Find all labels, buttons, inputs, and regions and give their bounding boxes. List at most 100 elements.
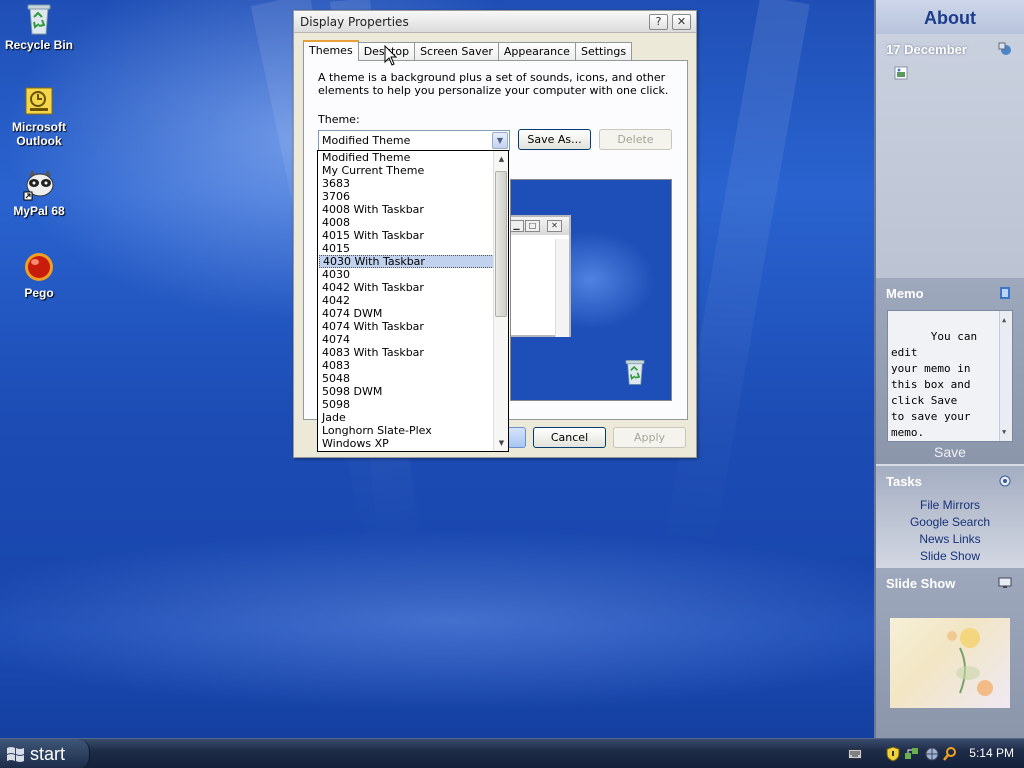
theme-option[interactable]: 4008 <box>319 216 494 229</box>
dialog-titlebar[interactable]: Display Properties ? ✕ <box>294 11 696 33</box>
system-tray: 5:14 PM <box>874 739 1024 768</box>
theme-option[interactable]: 4083 <box>319 359 494 372</box>
memo-save-button[interactable]: Save <box>876 444 1024 460</box>
help-button[interactable]: ? <box>649 14 668 30</box>
search-icon[interactable] <box>942 746 958 762</box>
theme-option[interactable]: 4030 With Taskbar <box>319 255 494 268</box>
taskbar: start 5:14 PM <box>0 738 1024 768</box>
theme-dropdown-list: Modified Theme My Current Theme 3683 3706 40… <box>317 150 509 452</box>
scroll-up-icon[interactable]: ▲ <box>496 153 507 165</box>
theme-option[interactable]: 4074 <box>319 333 494 346</box>
security-shield-icon[interactable] <box>886 746 900 762</box>
monitor-icon[interactable] <box>998 576 1012 590</box>
mypal-raccoon-icon <box>23 170 54 201</box>
flower-illustration <box>947 628 993 696</box>
cancel-button[interactable]: Cancel <box>533 427 606 448</box>
theme-preview: ▁ □ ✕ <box>510 179 672 401</box>
tab-settings[interactable]: Settings <box>574 42 633 61</box>
theme-option[interactable]: My Current Theme <box>319 164 494 177</box>
theme-option[interactable]: 4042 With Taskbar <box>319 281 494 294</box>
recycle-bin-icon <box>27 4 51 35</box>
apply-button: Apply <box>613 427 686 448</box>
memo-textarea[interactable]: You can edit your memo in this box and c… <box>887 310 1013 442</box>
desktop-icon-pego[interactable]: Pego <box>0 250 78 300</box>
delete-button: Delete <box>599 129 672 150</box>
theme-option[interactable]: 4074 DWM <box>319 307 494 320</box>
globe-icon[interactable] <box>998 42 1012 56</box>
theme-option[interactable]: Windows XP <box>319 437 494 450</box>
theme-option[interactable]: 5098 <box>319 398 494 411</box>
tab-screen-saver[interactable]: Screen Saver <box>414 42 499 61</box>
network-icon[interactable] <box>904 746 920 762</box>
globe-icon[interactable] <box>924 746 940 762</box>
desktop-icon-label: Microsoft Outlook <box>12 120 66 148</box>
theme-option[interactable]: Longhorn Slate-Plex <box>319 424 494 437</box>
theme-option[interactable]: 4042 <box>319 294 494 307</box>
desktop-icon-microsoft-outlook[interactable]: Microsoft Outlook <box>0 84 78 148</box>
theme-option[interactable]: Modified Theme <box>319 151 494 164</box>
task-link-news-links[interactable]: News Links <box>876 532 1024 546</box>
outlook-icon <box>25 87 53 115</box>
theme-option[interactable]: Jade <box>319 411 494 424</box>
dropdown-scrollbar[interactable]: ▲ ▼ <box>493 151 508 451</box>
scroll-down-icon[interactable]: ▼ <box>1002 424 1006 440</box>
tab-appearance[interactable]: Appearance <box>497 42 576 61</box>
memo-scrollbar[interactable]: ▲ ▼ <box>999 311 1012 441</box>
theme-option[interactable]: 5048 <box>319 372 494 385</box>
theme-option[interactable]: 3683 <box>319 177 494 190</box>
minimize-icon: ▁ <box>511 220 524 232</box>
clock: 5:14 PM <box>969 746 1014 760</box>
desktop-icon-label: MyPal 68 <box>13 204 65 218</box>
desktop-icon-recycle-bin[interactable]: Recycle Bin <box>0 2 78 52</box>
sidebar-gadget-panel: About 17 December Memo You can edit your… <box>874 0 1024 738</box>
dialog-title: Display Properties <box>300 15 409 29</box>
desktop-icon-mypal[interactable]: MyPal 68 <box>0 168 78 218</box>
task-link-slide-show[interactable]: Slide Show <box>876 549 1024 563</box>
mouse-cursor-icon <box>384 45 398 66</box>
theme-option[interactable]: 3706 <box>319 190 494 203</box>
theme-option[interactable]: 5098 DWM <box>319 385 494 398</box>
pego-ball-icon <box>25 253 53 281</box>
theme-select-value: Modified Theme <box>322 134 411 147</box>
image-placeholder-icon <box>894 66 908 80</box>
theme-option[interactable]: 4074 With Taskbar <box>319 320 494 333</box>
task-link-google-search[interactable]: Google Search <box>876 515 1024 529</box>
desktop-icon-label: Recycle Bin <box>4 38 74 52</box>
theme-options: Modified Theme My Current Theme 3683 3706 40… <box>318 151 494 450</box>
theme-option[interactable]: 4015 <box>319 242 494 255</box>
desktop-icon-label: Pego <box>24 286 54 300</box>
sidebar-title[interactable]: About <box>876 0 1024 34</box>
tasks-gear-icon[interactable] <box>998 474 1012 488</box>
calendar-section: 17 December <box>876 34 1024 278</box>
slideshow-title: Slide Show <box>886 576 956 591</box>
close-button[interactable]: ✕ <box>672 14 691 30</box>
close-icon: ✕ <box>547 220 562 232</box>
task-link-file-mirrors[interactable]: File Mirrors <box>876 498 1024 512</box>
theme-option[interactable]: 4015 With Taskbar <box>319 229 494 242</box>
theme-option[interactable]: 4083 With Taskbar <box>319 346 494 359</box>
theme-option[interactable]: 4030 <box>319 268 494 281</box>
slideshow-section: Slide Show <box>876 568 1024 738</box>
scrollbar-thumb[interactable] <box>495 171 507 317</box>
tab-themes[interactable]: Themes <box>303 40 359 61</box>
notepad-icon[interactable] <box>998 286 1012 300</box>
theme-label: Theme: <box>318 113 360 126</box>
scroll-down-icon[interactable]: ▼ <box>496 437 507 449</box>
maximize-icon: □ <box>525 220 540 232</box>
start-button[interactable]: start <box>0 739 90 768</box>
keyboard-icon[interactable] <box>848 749 862 759</box>
tasks-title: Tasks <box>886 474 922 489</box>
recycle-bin-icon <box>625 360 645 385</box>
theme-description: A theme is a background plus a set of so… <box>318 71 669 97</box>
theme-option[interactable]: 4008 With Taskbar <box>319 203 494 216</box>
save-as-button[interactable]: Save As... <box>518 129 591 150</box>
tasks-section: Tasks File Mirrors Google Search News Li… <box>876 466 1024 568</box>
chevron-down-icon[interactable]: ▼ <box>492 132 508 149</box>
dialog-tabs: Themes Desktop Screen Saver Appearance S… <box>303 40 633 61</box>
slideshow-image[interactable] <box>890 618 1010 708</box>
scroll-up-icon[interactable]: ▲ <box>1002 312 1006 328</box>
preview-window-titlebar: ▁ □ ✕ <box>511 217 569 235</box>
memo-text: You can edit your memo in this box and c… <box>891 330 978 439</box>
preview-scrollbar <box>555 239 569 337</box>
theme-select[interactable]: Modified Theme ▼ <box>318 130 510 151</box>
